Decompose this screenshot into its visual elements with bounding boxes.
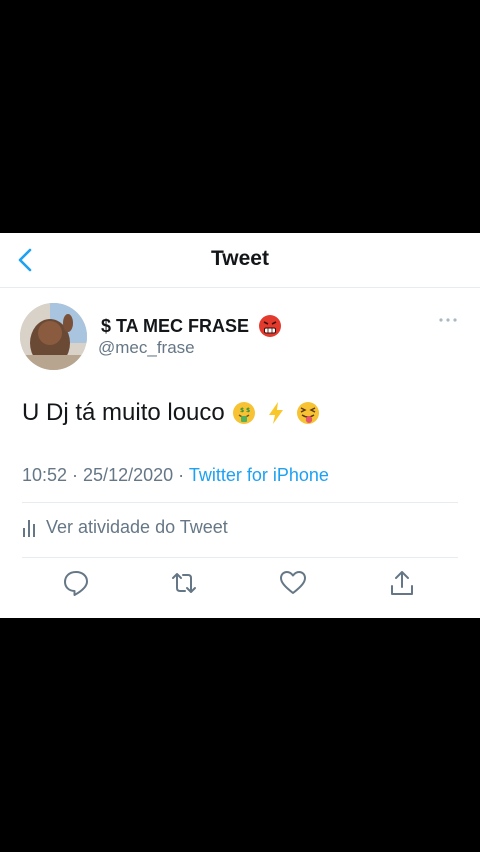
angry-face-emoji-icon [259,315,282,337]
squinting-tongue-face-emoji-icon [296,402,319,424]
author-name: $ TA MEC FRASE [101,315,250,336]
svg-text:$: $ [240,407,244,414]
author-name-row[interactable]: $ TA MEC FRASE [101,313,283,339]
reply-icon[interactable] [61,568,91,598]
tweet-actions [0,568,480,604]
tweet-source-link[interactable]: Twitter for iPhone [189,465,329,485]
navigation-bar: Tweet [0,233,480,288]
tweet-text-row: U Dj tá muito louco $ $ [22,399,321,427]
bar-chart-icon [23,519,35,537]
tweet-timestamp: 10:52 · 25/12/2020 · [22,465,185,485]
tweet-text: U Dj tá muito louco [22,399,225,426]
lightning-emoji-icon [268,402,283,424]
like-icon[interactable] [278,568,308,598]
divider [22,557,458,558]
avatar[interactable] [20,303,87,370]
tweet-activity-link[interactable]: Ver atividade do Tweet [22,517,228,538]
divider [22,502,458,503]
author-handle[interactable]: @mec_frase [98,338,195,358]
tweet-activity-label: Ver atividade do Tweet [46,517,228,537]
avatar-image [20,303,87,370]
page-title: Tweet [211,247,269,270]
tweet-meta: 10:52 · 25/12/2020 · Twitter for iPhone [22,465,329,486]
more-dots-icon[interactable] [438,315,458,325]
svg-text:$: $ [246,407,250,414]
screen: Tweet $ TA MEC FRASE @mec_frase U Dj tá … [0,0,480,852]
tweet-detail-card: Tweet $ TA MEC FRASE @mec_frase U Dj tá … [0,233,480,618]
retweet-icon[interactable] [169,568,199,598]
share-icon[interactable] [387,568,417,598]
money-mouth-face-emoji-icon: $ $ [232,402,255,424]
